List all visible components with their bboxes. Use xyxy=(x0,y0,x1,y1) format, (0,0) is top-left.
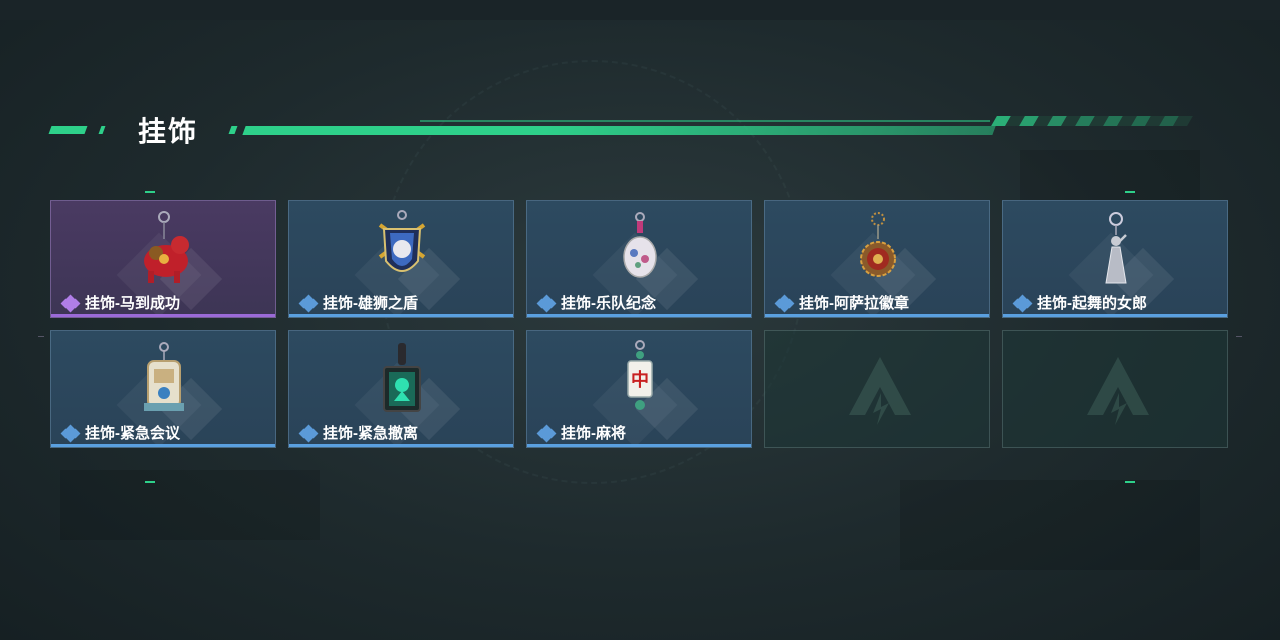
rarity-bar xyxy=(289,314,513,317)
rarity-diamond-icon xyxy=(536,294,557,312)
empty-slot xyxy=(764,330,990,448)
header-accent xyxy=(48,126,88,134)
charm-label: 挂饰-起舞的女郎 xyxy=(1012,292,1147,313)
charm-label: 挂饰-紧急会议 xyxy=(60,422,180,443)
charm-name: 挂饰-紧急撤离 xyxy=(323,425,418,442)
charm-name: 挂饰-起舞的女郎 xyxy=(1037,295,1147,312)
dancer-statue-charm-icon xyxy=(1105,212,1127,284)
corner-marker xyxy=(145,191,155,193)
charm-card[interactable]: 挂饰-乐队纪念 xyxy=(526,200,752,318)
rarity-bar xyxy=(51,314,275,317)
charm-card[interactable]: 挂饰-阿萨拉徽章 xyxy=(764,200,990,318)
rarity-diamond-icon xyxy=(60,424,81,442)
horse-charm-icon xyxy=(144,211,189,283)
charm-card[interactable]: 挂饰-起舞的女郎 xyxy=(1002,200,1228,318)
emergency-meeting-charm-icon xyxy=(144,342,184,411)
band-badge-charm-icon xyxy=(623,212,657,278)
corner-marker xyxy=(1125,191,1135,193)
rarity-diamond-icon xyxy=(298,294,319,312)
charm-label: 挂饰-雄狮之盾 xyxy=(298,292,418,313)
rarity-diamond-icon xyxy=(60,294,81,312)
top-strip xyxy=(0,0,1280,20)
side-tick xyxy=(1236,336,1242,343)
header-accent xyxy=(98,126,106,134)
game-logo-icon xyxy=(1087,357,1149,425)
charm-name: 挂饰-紧急会议 xyxy=(85,425,180,442)
game-logo-icon xyxy=(849,357,911,425)
emergency-evac-charm-icon xyxy=(383,343,421,412)
charm-name: 挂饰-乐队纪念 xyxy=(561,295,656,312)
mahjong-tile-charm-icon: 中 xyxy=(627,340,653,410)
medallion-charm-icon xyxy=(860,212,896,277)
section-title: 挂饰 xyxy=(138,116,199,147)
charm-grid: 挂饰-马到成功 挂饰-雄狮之盾 挂饰-乐队纪念 挂饰-阿萨拉徽章 挂饰-起舞的女… xyxy=(50,200,1230,450)
rarity-bar xyxy=(527,444,751,447)
rarity-diamond-icon xyxy=(1012,294,1033,312)
charm-label: 挂饰-紧急撤离 xyxy=(298,422,418,443)
charm-card[interactable]: 中 挂饰-麻将 xyxy=(526,330,752,448)
mahjong-glyph: 中 xyxy=(631,369,649,391)
side-tick xyxy=(38,336,44,343)
lion-shield-charm-icon xyxy=(378,210,426,272)
charm-card[interactable]: 挂饰-紧急会议 xyxy=(50,330,276,448)
rarity-diamond-icon xyxy=(298,424,319,442)
header-line xyxy=(420,120,990,122)
corner-marker xyxy=(145,481,155,483)
header-checker-pattern xyxy=(991,116,1200,136)
charm-label: 挂饰-阿萨拉徽章 xyxy=(774,292,909,313)
rarity-bar xyxy=(1003,314,1227,317)
charm-name: 挂饰-雄狮之盾 xyxy=(323,295,418,312)
rarity-diamond-icon xyxy=(536,424,557,442)
header-accent xyxy=(228,126,238,134)
corner-marker xyxy=(1125,481,1135,483)
charm-card[interactable]: 挂饰-紧急撤离 xyxy=(288,330,514,448)
rarity-diamond-icon xyxy=(774,294,795,312)
charm-label: 挂饰-麻将 xyxy=(536,422,626,443)
background-shape xyxy=(900,480,1200,570)
section-header: 挂饰 xyxy=(0,106,1280,150)
rarity-bar xyxy=(765,314,989,317)
charm-label: 挂饰-马到成功 xyxy=(60,292,180,313)
charm-name: 挂饰-马到成功 xyxy=(85,295,180,312)
charm-label: 挂饰-乐队纪念 xyxy=(536,292,656,313)
charm-card[interactable]: 挂饰-马到成功 xyxy=(50,200,276,318)
rarity-bar xyxy=(51,444,275,447)
header-bar xyxy=(242,126,996,135)
rarity-bar xyxy=(527,314,751,317)
empty-slot xyxy=(1002,330,1228,448)
charm-name: 挂饰-阿萨拉徽章 xyxy=(799,295,909,312)
rarity-bar xyxy=(289,444,513,447)
charm-name: 挂饰-麻将 xyxy=(561,425,626,442)
charm-card[interactable]: 挂饰-雄狮之盾 xyxy=(288,200,514,318)
background-shape xyxy=(60,470,320,540)
